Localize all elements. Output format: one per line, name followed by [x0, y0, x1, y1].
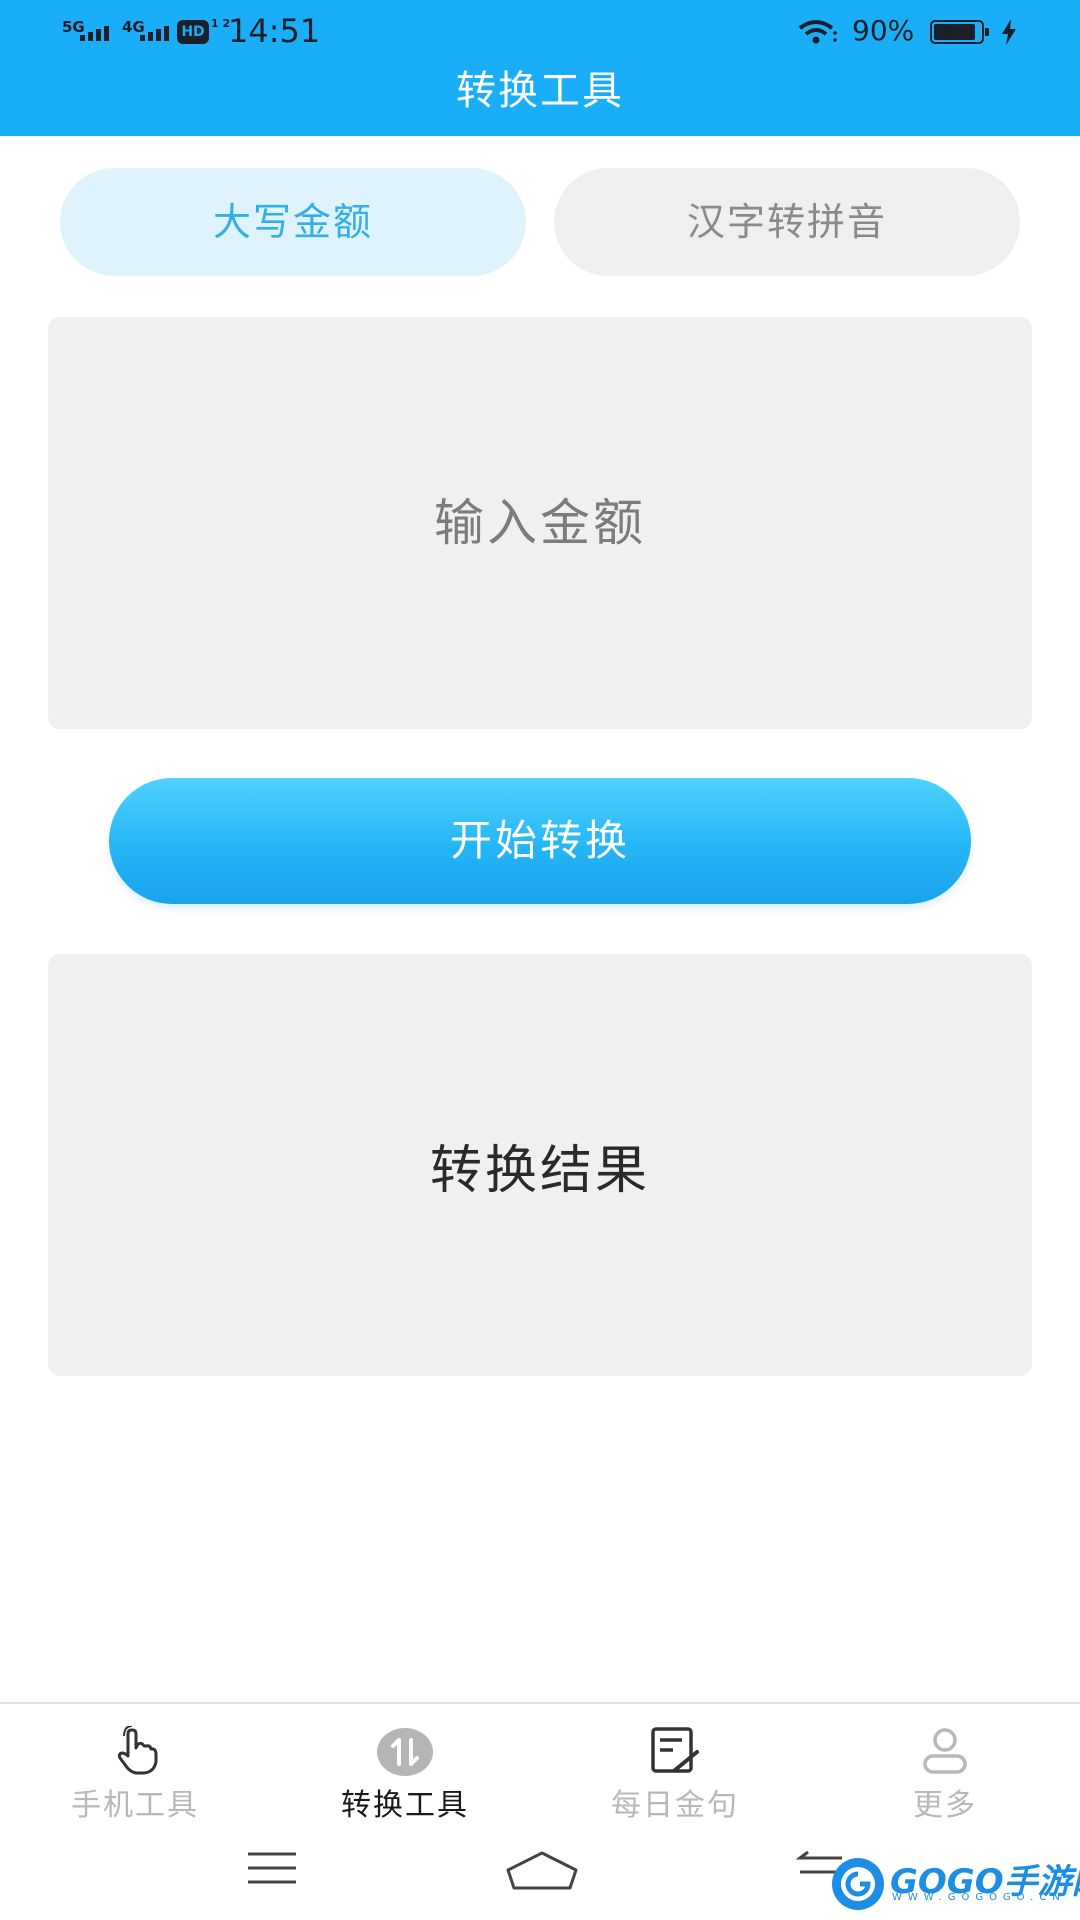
nav-item-phone-tools[interactable]: 手机工具	[0, 1704, 270, 1823]
hand-pointer-icon	[117, 1726, 158, 1775]
page-title: 转换工具	[456, 68, 624, 114]
nav-item-more[interactable]: 更多	[810, 1704, 1080, 1823]
status-time: 14:51	[228, 12, 321, 50]
nav-label-phone-tools: 手机工具	[71, 1788, 199, 1823]
signal-icon	[80, 26, 109, 41]
note-edit-icon	[651, 1727, 699, 1773]
amount-input-panel[interactable]	[48, 317, 1032, 729]
nav-item-convert-tools[interactable]: 转换工具	[270, 1704, 540, 1823]
watermark-subtext: WWW.GOGOGO.CN	[892, 1892, 1066, 1903]
nav-item-daily-quote[interactable]: 每日金句	[540, 1704, 810, 1823]
home-icon[interactable]	[506, 1850, 578, 1890]
tab-hanzi-to-pinyin[interactable]: 汉字转拼音	[554, 168, 1020, 276]
amount-input[interactable]	[88, 493, 992, 553]
menu-icon[interactable]	[246, 1850, 298, 1886]
tab-uppercase-amount[interactable]: 大写金额	[60, 168, 526, 276]
start-convert-button[interactable]: 开始转换	[109, 778, 971, 904]
top-app-bar: 5G 4G HD 1 2 14:51 90% 转换工具	[0, 0, 1080, 136]
person-icon	[923, 1728, 967, 1774]
battery-percent: 90%	[852, 14, 915, 47]
battery-level	[934, 24, 976, 40]
watermark: GOGO手游网 WWW.GOGOGO.CN	[830, 1856, 1080, 1916]
nav-label-convert-tools: 转换工具	[341, 1788, 469, 1823]
wifi-icon	[798, 20, 837, 44]
battery-icon	[930, 20, 989, 44]
gogo-logo-icon	[832, 1858, 884, 1910]
signal-icon-2	[140, 26, 169, 41]
status-bar: 5G 4G HD 1 2 14:51 90%	[0, 0, 1080, 66]
swap-arrows-icon	[377, 1728, 433, 1776]
result-panel: 转换结果	[48, 954, 1032, 1376]
result-text: 转换结果	[429, 1140, 650, 1201]
nav-label-more: 更多	[913, 1788, 977, 1823]
charging-icon	[1002, 19, 1016, 45]
bottom-nav: 手机工具 转换工具 每日金句 更多	[0, 1702, 1080, 1823]
hd-badge: HD	[177, 20, 209, 44]
nav-label-daily-quote: 每日金句	[611, 1788, 739, 1823]
